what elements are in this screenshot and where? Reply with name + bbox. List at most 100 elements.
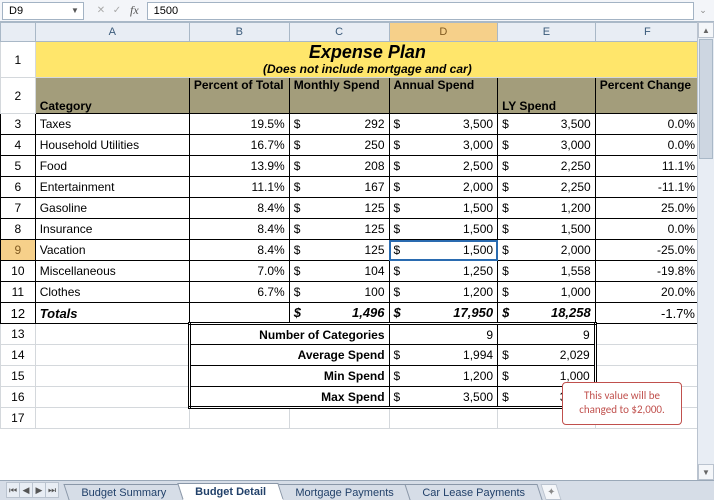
cell-ly[interactable]: $2,250 [498, 177, 596, 198]
cell-C17[interactable] [289, 408, 389, 429]
scroll-track[interactable] [698, 39, 714, 463]
insert-sheet-icon[interactable]: ✦ [540, 484, 561, 500]
cell-category[interactable]: Clothes [35, 282, 189, 303]
cell-category[interactable]: Entertainment [35, 177, 189, 198]
avg-d[interactable]: $1,994 [389, 345, 498, 366]
cell-pct[interactable]: 8.4% [189, 240, 289, 261]
cell-pct[interactable]: 19.5% [189, 114, 289, 135]
cell-pct[interactable]: 7.0% [189, 261, 289, 282]
cell-pct[interactable]: 6.7% [189, 282, 289, 303]
row-header-5[interactable]: 5 [1, 156, 36, 177]
select-all-corner[interactable] [1, 23, 36, 42]
name-box[interactable]: D9 ▼ [2, 2, 84, 20]
cell-change[interactable]: -25.0% [595, 240, 699, 261]
totals-mon[interactable]: $1,496 [289, 303, 389, 324]
fx-label[interactable]: fx [126, 3, 143, 18]
col-header-E[interactable]: E [498, 23, 596, 42]
cell-A17[interactable] [35, 408, 189, 429]
row-header-1[interactable]: 1 [1, 42, 36, 78]
name-box-dropdown-icon[interactable]: ▼ [68, 4, 82, 18]
max-d[interactable]: $3,500 [389, 387, 498, 408]
cell-change[interactable]: 0.0% [595, 219, 699, 240]
row-header-11[interactable]: 11 [1, 282, 36, 303]
hdr-change[interactable]: Percent Change [595, 78, 699, 114]
col-header-F[interactable]: F [595, 23, 699, 42]
row-header-4[interactable]: 4 [1, 135, 36, 156]
cell-pct[interactable]: 16.7% [189, 135, 289, 156]
row-header-7[interactable]: 7 [1, 198, 36, 219]
cell-monthly[interactable]: $292 [289, 114, 389, 135]
row-header-13[interactable]: 13 [1, 324, 36, 345]
cell-monthly[interactable]: $104 [289, 261, 389, 282]
totals-pct[interactable] [189, 303, 289, 324]
sheet-tab[interactable]: Car Lease Payments [405, 484, 543, 500]
cell-annual[interactable]: $1,200 [389, 282, 498, 303]
cell-pct[interactable]: 11.1% [189, 177, 289, 198]
cell-monthly[interactable]: $100 [289, 282, 389, 303]
cell-annual[interactable]: $1,500 [389, 198, 498, 219]
avg-label[interactable]: Average Spend [189, 345, 389, 366]
totals-ly[interactable]: $18,258 [498, 303, 596, 324]
col-header-D[interactable]: D [389, 23, 498, 42]
numcat-label[interactable]: Number of Categories [189, 324, 389, 345]
min-d[interactable]: $1,200 [389, 366, 498, 387]
row-header-9[interactable]: 9 [1, 240, 36, 261]
cell-category[interactable]: Vacation [35, 240, 189, 261]
sheet-tab[interactable]: Budget Detail [177, 483, 283, 500]
row-header-14[interactable]: 14 [1, 345, 36, 366]
cell-F14[interactable] [595, 345, 699, 366]
formula-bar-expand-icon[interactable]: ⌄ [694, 5, 712, 16]
row-header-10[interactable]: 10 [1, 261, 36, 282]
hdr-annual[interactable]: Annual Spend [389, 78, 498, 114]
numcat-e[interactable]: 9 [498, 324, 596, 345]
cell-B17[interactable] [189, 408, 289, 429]
sheet-tab[interactable]: Mortgage Payments [277, 484, 411, 500]
cell-monthly[interactable]: $125 [289, 240, 389, 261]
cell-pct[interactable]: 13.9% [189, 156, 289, 177]
cell-annual[interactable]: $3,000 [389, 135, 498, 156]
col-header-A[interactable]: A [35, 23, 189, 42]
tab-nav-next-icon[interactable]: ▶ [32, 482, 46, 498]
row-header-2[interactable]: 2 [1, 78, 36, 114]
row-header-8[interactable]: 8 [1, 219, 36, 240]
totals-ann[interactable]: $17,950 [389, 303, 498, 324]
col-header-C[interactable]: C [289, 23, 389, 42]
scroll-up-icon[interactable]: ▲ [698, 22, 714, 38]
row-header-16[interactable]: 16 [1, 387, 36, 408]
cell-A14[interactable] [35, 345, 189, 366]
cell-ly[interactable]: $1,200 [498, 198, 596, 219]
cell-annual[interactable]: $2,000 [389, 177, 498, 198]
cell-category[interactable]: Household Utilities [35, 135, 189, 156]
hdr-category[interactable]: Category [35, 78, 189, 114]
sheet-tab[interactable]: Budget Summary [63, 484, 183, 500]
cell-ly[interactable]: $3,000 [498, 135, 596, 156]
cell-A15[interactable] [35, 366, 189, 387]
cell-annual[interactable]: $3,500 [389, 114, 498, 135]
cell-monthly[interactable]: $208 [289, 156, 389, 177]
max-label[interactable]: Max Spend [189, 387, 389, 408]
cell-change[interactable]: -11.1% [595, 177, 699, 198]
worksheet-grid[interactable]: A B C D E F 1 Expense Plan (Does not inc… [0, 22, 714, 482]
cell-change[interactable]: 0.0% [595, 114, 699, 135]
row-header-15[interactable]: 15 [1, 366, 36, 387]
cell-monthly[interactable]: $125 [289, 219, 389, 240]
scroll-down-icon[interactable]: ▼ [698, 464, 714, 480]
cell-monthly[interactable]: $167 [289, 177, 389, 198]
hdr-monthly[interactable]: Monthly Spend [289, 78, 389, 114]
cell-pct[interactable]: 8.4% [189, 198, 289, 219]
cell-monthly[interactable]: $125 [289, 198, 389, 219]
totals-label[interactable]: Totals [35, 303, 189, 324]
cell-ly[interactable]: $1,000 [498, 282, 596, 303]
cell-category[interactable]: Food [35, 156, 189, 177]
row-header-12[interactable]: 12 [1, 303, 36, 324]
numcat-d[interactable]: 9 [389, 324, 498, 345]
tab-nav-prev-icon[interactable]: ◀ [19, 482, 33, 498]
cell-annual[interactable]: $1,500 [389, 240, 498, 261]
title-cell[interactable]: Expense Plan (Does not include mortgage … [35, 42, 699, 78]
cell-A16[interactable] [35, 387, 189, 408]
min-label[interactable]: Min Spend [189, 366, 389, 387]
cell-category[interactable]: Miscellaneous [35, 261, 189, 282]
cell-change[interactable]: 11.1% [595, 156, 699, 177]
cell-ly[interactable]: $2,000 [498, 240, 596, 261]
cell-change[interactable]: 0.0% [595, 135, 699, 156]
